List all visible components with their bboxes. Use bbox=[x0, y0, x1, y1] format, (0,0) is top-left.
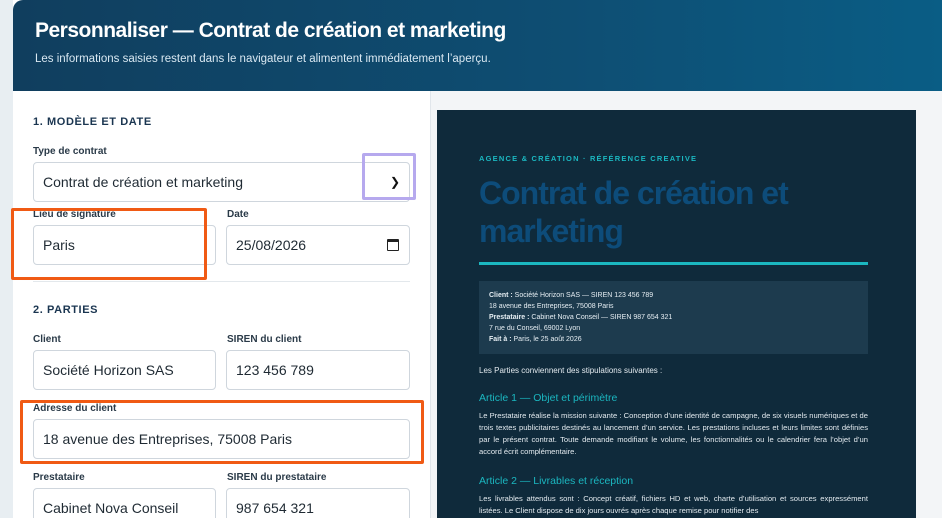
provider-input[interactable]: Cabinet Nova Conseil bbox=[33, 488, 216, 518]
preview-article-2-title: Article 2 — Livrables et réception bbox=[479, 475, 634, 487]
preview-title-rule bbox=[479, 262, 868, 265]
client-siren-label: SIREN du client bbox=[227, 334, 302, 345]
provider-value: Cabinet Nova Conseil bbox=[43, 500, 179, 516]
provider-label: Prestataire bbox=[33, 472, 85, 483]
contract-preview: AGENCE & CRÉATION · RÉFÉRENCE CREATIVE C… bbox=[437, 110, 916, 518]
preview-client-line: Société Horizon SAS — SIREN 123 456 789 bbox=[512, 292, 654, 299]
preview-article-1-body: Le Prestataire réalise la mission suivan… bbox=[479, 411, 868, 456]
highlight-box-place bbox=[11, 208, 207, 280]
highlight-box-address bbox=[20, 400, 424, 464]
contract-type-select[interactable]: Contrat de création et marketing ❯ bbox=[33, 162, 410, 202]
contract-type-value: Contrat de création et marketing bbox=[43, 174, 243, 190]
section-title-model: 1. MODÈLE ET DATE bbox=[33, 116, 152, 128]
client-siren-value: 123 456 789 bbox=[236, 362, 314, 378]
preview-article-1-title: Article 1 — Objet et périmètre bbox=[479, 392, 618, 404]
client-label: Client bbox=[33, 334, 61, 345]
page-subtitle: Les informations saisies restent dans le… bbox=[35, 53, 491, 65]
provider-siren-label: SIREN du prestataire bbox=[227, 472, 327, 483]
preview-done-line: Paris, le 25 août 2026 bbox=[511, 336, 582, 343]
client-siren-input[interactable]: 123 456 789 bbox=[226, 350, 410, 390]
calendar-icon[interactable] bbox=[387, 239, 399, 251]
preview-provider-key: Prestataire : bbox=[489, 314, 530, 321]
contract-type-label: Type de contrat bbox=[33, 146, 107, 157]
preview-title: Contrat de création et marketing bbox=[479, 175, 789, 249]
client-input[interactable]: Société Horizon SAS bbox=[33, 350, 216, 390]
provider-siren-input[interactable]: 987 654 321 bbox=[226, 488, 410, 518]
date-label: Date bbox=[227, 209, 249, 220]
preview-provider-line: Cabinet Nova Conseil — SIREN 987 654 321 bbox=[529, 314, 673, 321]
section-divider bbox=[33, 281, 410, 282]
preview-parties-box: Client : Société Horizon SAS — SIREN 123… bbox=[479, 281, 868, 354]
preview-article-2-body: Les livrables attendus sont : Concept cr… bbox=[479, 494, 868, 515]
highlight-box-select-arrow bbox=[362, 153, 416, 200]
preview-intro: Les Parties conviennent des stipulations… bbox=[479, 366, 663, 375]
preview-kicker: AGENCE & CRÉATION · RÉFÉRENCE CREATIVE bbox=[479, 154, 698, 163]
date-value: 25/08/2026 bbox=[236, 237, 307, 253]
page-header: Personnaliser — Contrat de création et m… bbox=[13, 0, 942, 91]
client-value: Société Horizon SAS bbox=[43, 362, 174, 378]
preview-done-key: Fait à : bbox=[489, 336, 512, 343]
preview-client-address: 18 avenue des Entreprises, 75008 Paris bbox=[489, 303, 614, 310]
section-title-parties: 2. PARTIES bbox=[33, 304, 99, 316]
page-title: Personnaliser — Contrat de création et m… bbox=[35, 19, 506, 42]
date-input[interactable]: 25/08/2026 bbox=[226, 225, 410, 265]
preview-provider-address: 7 rue du Conseil, 69002 Lyon bbox=[489, 325, 581, 332]
provider-siren-value: 987 654 321 bbox=[236, 500, 314, 516]
preview-client-key: Client : bbox=[489, 292, 513, 299]
